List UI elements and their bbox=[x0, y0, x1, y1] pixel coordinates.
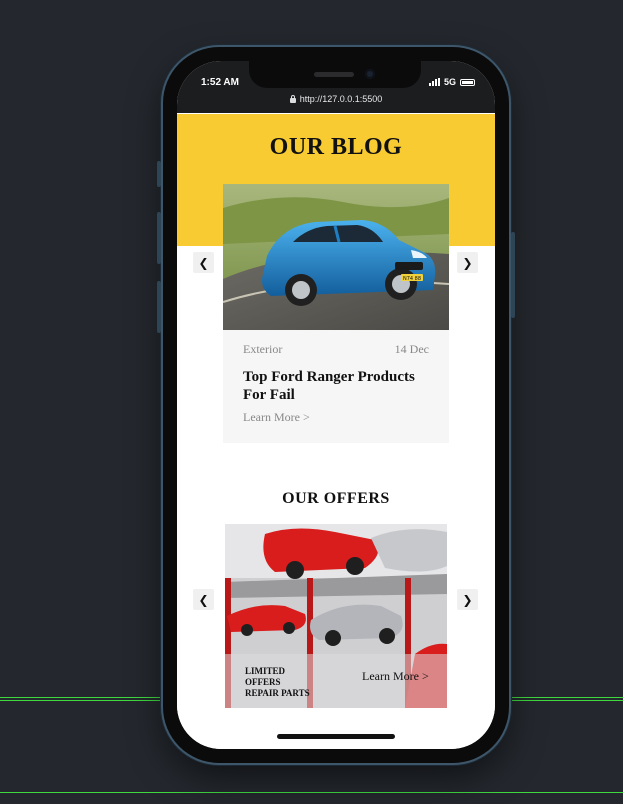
chevron-left-icon: ❮ bbox=[198, 255, 209, 270]
silent-switch bbox=[157, 161, 161, 187]
chevron-left-icon: ❮ bbox=[198, 592, 209, 607]
network-label: 5G bbox=[443, 77, 456, 87]
chevron-right-icon: ❯ bbox=[462, 592, 473, 607]
blog-card[interactable]: N74 88 Exterior 14 Dec Top Ford Ranger P… bbox=[223, 184, 449, 443]
phone-frame: 1:52 AM 5G http://127.0.0.1:5500 OUR BLO… bbox=[157, 47, 515, 763]
offer-label: OFFERS bbox=[245, 677, 281, 687]
lock-icon bbox=[289, 95, 296, 103]
offers-prev-button[interactable]: ❮ bbox=[193, 589, 214, 610]
offer-label: REPAIR PARTS bbox=[245, 688, 310, 698]
offers-card[interactable]: LIMITED OFFERS REPAIR PARTS Learn More > bbox=[225, 524, 447, 708]
speaker bbox=[314, 72, 354, 77]
blog-section-title: OUR BLOG bbox=[269, 134, 403, 160]
camera-icon bbox=[365, 69, 375, 79]
volume-down-button bbox=[157, 281, 161, 333]
phone-screen: 1:52 AM 5G http://127.0.0.1:5500 OUR BLO… bbox=[177, 61, 495, 749]
status-indicators: 5G bbox=[428, 77, 475, 87]
status-time: 1:52 AM bbox=[201, 77, 239, 88]
offers-section-title: OUR OFFERS bbox=[282, 490, 390, 507]
blog-card-date: 14 Dec bbox=[394, 342, 429, 356]
status-bar: 1:52 AM 5G http://127.0.0.1:5500 bbox=[177, 61, 495, 113]
signal-icon bbox=[428, 78, 440, 86]
license-plate-text: N74 88 bbox=[403, 276, 421, 282]
url-text: http://127.0.0.1:5500 bbox=[299, 94, 383, 104]
offers-next-button[interactable]: ❯ bbox=[457, 589, 478, 610]
notch bbox=[249, 61, 421, 88]
blog-card-headline[interactable]: Top Ford Ranger Products For Fail bbox=[243, 368, 433, 404]
offers-learn-more-link[interactable]: Learn More > bbox=[362, 670, 432, 682]
address-bar[interactable]: http://127.0.0.1:5500 bbox=[177, 94, 495, 104]
blog-learn-more-link[interactable]: Learn More > bbox=[243, 410, 310, 425]
offer-labels: LIMITED OFFERS REPAIR PARTS bbox=[245, 666, 310, 699]
battery-icon bbox=[460, 78, 475, 86]
blog-prev-button[interactable]: ❮ bbox=[193, 252, 214, 273]
offer-label: LIMITED bbox=[245, 666, 286, 676]
blog-next-button[interactable]: ❯ bbox=[457, 252, 478, 273]
guide-line-bottom bbox=[0, 792, 623, 793]
chevron-right-icon: ❯ bbox=[462, 255, 473, 270]
power-button bbox=[511, 232, 515, 318]
blog-card-image: N74 88 bbox=[223, 184, 449, 330]
blue-car-illustration: N74 88 bbox=[223, 184, 449, 330]
blog-card-category: Exterior bbox=[243, 342, 283, 356]
page-content: OUR BLOG ❮ ❯ N74 88 Exterior 14 Dec Top … bbox=[177, 114, 495, 749]
home-indicator[interactable] bbox=[277, 734, 395, 739]
volume-up-button bbox=[157, 212, 161, 264]
